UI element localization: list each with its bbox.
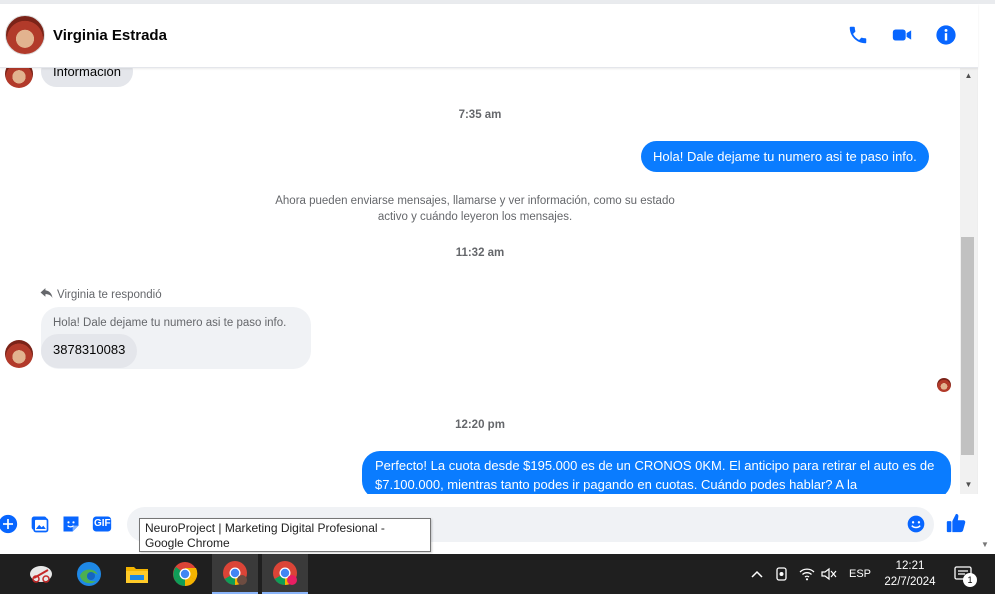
meet-now-icon[interactable] (774, 554, 790, 594)
snipping-tool-icon[interactable] (18, 554, 64, 594)
sender-avatar (5, 68, 33, 88)
video-call-icon[interactable] (891, 24, 913, 46)
speaker-muted-icon[interactable] (821, 554, 837, 594)
sender-avatar (5, 340, 33, 368)
reply-header: Virginia te respondió (40, 287, 162, 302)
outgoing-message[interactable]: Hola! Dale dejame tu numero asi te paso … (641, 141, 929, 172)
gif-icon[interactable]: GIF (92, 514, 112, 534)
system-message-line: activo y cuándo leyeron los mensajes. (377, 211, 573, 223)
tray-overflow-chevron-icon[interactable] (750, 554, 764, 594)
seen-receipt-avatar (937, 378, 951, 392)
file-explorer-icon[interactable] (114, 554, 160, 594)
timestamp: 12:20 pm (455, 419, 505, 431)
sticker-icon[interactable] (61, 514, 81, 534)
incoming-message[interactable]: Información (41, 68, 133, 87)
language-indicator[interactable]: ESP (849, 554, 871, 594)
message-list[interactable]: Información 7:35 am Hola! Dale dejame tu… (0, 68, 960, 494)
clock-date: 22/7/2024 (884, 576, 936, 588)
system-clock[interactable]: 12:21 22/7/2024 (878, 558, 942, 590)
notification-count-badge: 1 (963, 573, 977, 587)
quoted-reply-text: Hola! Dale dejame tu numero asi te paso … (53, 317, 287, 329)
gif-label: GIF (94, 518, 111, 529)
chrome-profile-window-icon[interactable] (212, 554, 258, 594)
reply-header-text: Virginia te respondió (57, 288, 162, 301)
windows-taskbar: ESP 12:21 22/7/2024 1 (0, 554, 995, 594)
photo-icon[interactable] (30, 514, 50, 534)
phone-call-icon[interactable] (847, 24, 869, 46)
emoji-icon[interactable] (906, 514, 926, 534)
page-scroll-down-icon[interactable]: ▼ (981, 540, 989, 549)
chrome-icon[interactable] (162, 554, 208, 594)
system-message: Ahora pueden enviarse mensajes, llamarse… (255, 193, 695, 225)
scroll-up-arrow[interactable]: ▲ (960, 69, 977, 83)
timestamp: 7:35 am (458, 109, 502, 121)
scroll-down-arrow[interactable]: ▼ (960, 478, 977, 492)
reply-arrow-icon (40, 287, 53, 302)
outgoing-message[interactable]: Perfecto! La cuota desde $195.000 es de … (362, 451, 951, 494)
page-gutter: ▼ (977, 4, 995, 554)
scrollbar-thumb[interactable] (961, 237, 974, 455)
wifi-icon[interactable] (799, 554, 815, 594)
system-message-line: Ahora pueden enviarse mensajes, llamarse… (275, 195, 675, 207)
chat-header: Virginia Estrada (0, 4, 978, 68)
contact-avatar[interactable] (5, 15, 45, 55)
chrome-profile-c-window-icon[interactable] (262, 554, 308, 594)
edge-browser-icon[interactable] (66, 554, 112, 594)
plus-icon[interactable] (0, 514, 18, 534)
incoming-message[interactable]: 3878310083 (41, 334, 138, 368)
timestamp: 11:32 am (455, 247, 505, 259)
contact-name[interactable]: Virginia Estrada (53, 27, 167, 44)
thumbs-up-icon[interactable] (945, 512, 967, 534)
clock-time: 12:21 (895, 560, 925, 572)
info-icon[interactable] (935, 24, 957, 46)
tooltip: NeuroProject | Marketing Digital Profesi… (139, 518, 431, 552)
